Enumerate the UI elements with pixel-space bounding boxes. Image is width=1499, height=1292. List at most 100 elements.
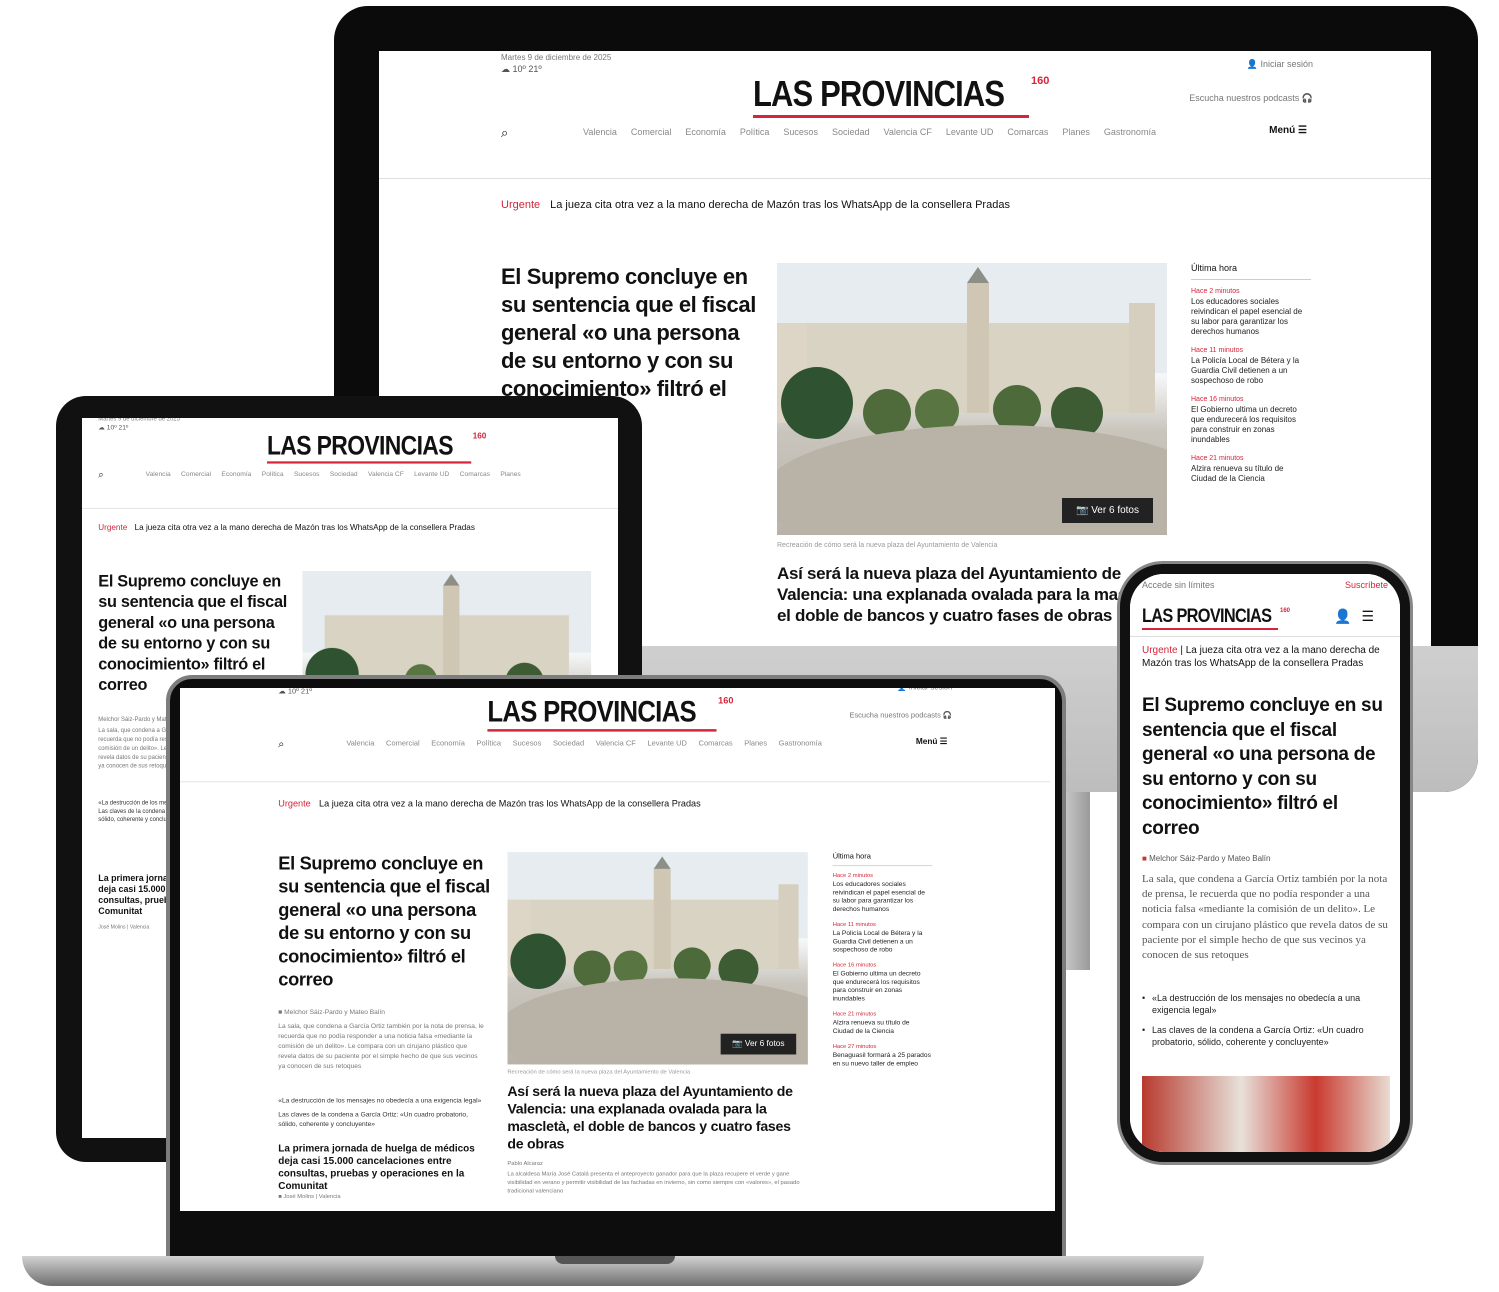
lead-headline[interactable]: El Supremo concluye en su sentencia que … (1142, 694, 1390, 842)
latest-item[interactable]: Hace 21 minutos Alzira renueva su título … (833, 1011, 933, 1035)
latest-item[interactable]: Hace 21 minutos Alzira renueva su título … (1191, 455, 1311, 484)
nav-item[interactable]: Política (477, 739, 501, 747)
gallery-button[interactable]: 📷 Ver 6 fotos (720, 1033, 797, 1055)
lead-headline[interactable]: El Supremo concluye en su sentencia que … (278, 852, 490, 991)
latest-item[interactable]: Hace 16 minutos El Gobierno ultima un dec… (833, 962, 933, 1003)
nav-item[interactable]: Sociedad (553, 739, 584, 747)
podcast-link[interactable]: Escucha nuestros podcasts 🎧 (1189, 93, 1313, 104)
latest-item[interactable]: Hace 16 minutos El Gobierno ultima un dec… (1191, 396, 1311, 445)
second-headline[interactable]: La primera jornada de huelga de médicos … (278, 1142, 485, 1192)
nav-item[interactable]: Valencia CF (596, 739, 636, 747)
podcast-link[interactable]: Escucha nuestros podcasts 🎧 (849, 711, 952, 720)
nav-item[interactable]: Economía (431, 739, 465, 747)
related-link[interactable]: Las claves de la condena a García Ortiz:… (278, 1110, 485, 1128)
newspaper-page: Martes 9 de diciembre de 2025 ☁ 10º 21º … (82, 418, 618, 930)
mobile-page: Accede sin límites Suscríbete LAS PROVIN… (1130, 574, 1400, 1152)
story-headline[interactable]: Así será la nueva plaza del Ayuntamiento… (507, 1083, 807, 1153)
site-logo[interactable]: LAS PROVINCIAS (267, 430, 453, 461)
nav-item[interactable]: Sociedad (330, 470, 358, 477)
nav-item[interactable]: Política (740, 127, 770, 137)
story-headline[interactable]: Así será la nueva plaza del Ayuntamiento… (777, 563, 1169, 626)
menu-button[interactable]: Menú ☰ (916, 737, 947, 746)
latest-item[interactable]: Hace 11 minutos La Policía Local de Béter… (1191, 347, 1311, 386)
access-text: Accede sin límites (1142, 580, 1215, 590)
urgent-bar[interactable]: Urgente | La jueza cita otra vez a la ma… (1142, 644, 1390, 670)
phone-screen: Accede sin límites Suscríbete LAS PROVIN… (1130, 574, 1400, 1152)
nav-item[interactable]: Gastronomía (1104, 127, 1156, 137)
nav-item[interactable]: Sociedad (832, 127, 870, 137)
nav-item[interactable]: Política (262, 470, 284, 477)
search-icon[interactable]: ⌕ (278, 737, 284, 750)
lead-byline: ■ Melchor Sáiz-Pardo y Mateo Balín (1142, 854, 1271, 863)
nav-item[interactable]: Economía (221, 470, 251, 477)
nav-item[interactable]: Levante UD (647, 739, 686, 747)
nav-item[interactable]: Comarcas (460, 470, 490, 477)
nav-item[interactable]: Valencia (346, 739, 374, 747)
site-logo[interactable]: LAS PROVINCIAS (1142, 606, 1272, 628)
laptop-screen: ☁ 10º 21º 👤 Iniciar sesión Escucha nuest… (180, 688, 1055, 1211)
user-icon[interactable]: 👤 (1334, 608, 1361, 624)
weather-widget[interactable]: ☁ 10º 21º (278, 688, 312, 696)
site-header: Martes 9 de diciembre de 2025 ☁ 10º 21º … (82, 418, 618, 509)
urgent-bar[interactable]: Urgente La jueza cita otra vez a la mano … (501, 199, 1010, 211)
nav-item[interactable]: Valencia (146, 470, 171, 477)
menu-button[interactable]: Menú ☰ (1269, 125, 1307, 136)
latest-item[interactable]: Hace 2 minutos Los educadores sociales re… (833, 873, 933, 914)
urgent-tag: Urgente (98, 523, 128, 533)
lead-photo[interactable]: 📷 Ver 6 fotos (777, 263, 1167, 535)
urgent-tag: Urgente (501, 199, 541, 211)
related-link[interactable]: Las claves de la condena a García Ortiz:… (1142, 1024, 1388, 1048)
search-icon[interactable]: ⌕ (98, 469, 103, 481)
article-photo[interactable] (1142, 1076, 1390, 1152)
site-logo[interactable]: LAS PROVINCIAS (487, 694, 696, 729)
camera-icon: 📷 (1075, 505, 1089, 516)
nav-item[interactable]: Levante UD (946, 127, 994, 137)
main-nav: Valencia Comercial Economía Política Suc… (146, 470, 521, 477)
nav-item[interactable]: Planes (500, 470, 520, 477)
latest-item[interactable]: Hace 11 minutos La Policía Local de Béter… (833, 922, 933, 954)
subscribe-link[interactable]: Suscríbete (1345, 580, 1388, 590)
nav-item[interactable]: Levante UD (414, 470, 449, 477)
lead-bullets: «La destrucción de los mensajes no obede… (278, 1096, 485, 1128)
cloud-icon: ☁ (278, 688, 286, 696)
related-link[interactable]: «La destrucción de los mensajes no obede… (278, 1096, 485, 1105)
city-hall-illustration (507, 853, 808, 1065)
nav-item[interactable]: Planes (744, 739, 767, 747)
nav-item[interactable]: Planes (1062, 127, 1090, 137)
urgent-bar[interactable]: Urgente La jueza cita otra vez a la mano … (278, 799, 700, 809)
cloud-icon: ☁ (98, 423, 105, 432)
weather-widget[interactable]: ☁ 10º 21º (501, 64, 542, 75)
latest-item[interactable]: Hace 2 minutos Los educadores sociales re… (1191, 288, 1311, 337)
nav-item[interactable]: Valencia (583, 127, 617, 137)
urgent-tag: Urgente (1142, 645, 1178, 656)
site-logo[interactable]: LAS PROVINCIAS (753, 73, 1005, 115)
nav-item[interactable]: Gastronomía (779, 739, 822, 747)
nav-item[interactable]: Sucesos (513, 739, 542, 747)
hamburger-menu-icon[interactable]: ☰ (1361, 608, 1384, 624)
gallery-button[interactable]: 📷 Ver 6 fotos (1061, 498, 1153, 523)
nav-item[interactable]: Sucesos (783, 127, 818, 137)
nav-item[interactable]: Comercial (631, 127, 672, 137)
latest-item[interactable]: Hace 27 minutos Benaguasil formará a 25 p… (833, 1044, 933, 1068)
newspaper-page: ☁ 10º 21º 👤 Iniciar sesión Escucha nuest… (180, 688, 1051, 1200)
nav-item[interactable]: Valencia CF (368, 470, 404, 477)
camera-icon: 📷 (732, 1039, 743, 1049)
nav-item[interactable]: Comarcas (699, 739, 733, 747)
nav-item[interactable]: Economía (685, 127, 726, 137)
related-link[interactable]: «La destrucción de los mensajes no obede… (1142, 992, 1388, 1016)
author-icon: ■ (1142, 854, 1147, 863)
search-icon[interactable]: ⌕ (501, 125, 508, 141)
nav-item[interactable]: Comercial (386, 739, 420, 747)
nav-item[interactable]: Comercial (181, 470, 211, 477)
lead-photo[interactable]: 📷 Ver 6 fotos (507, 851, 808, 1065)
main-nav: Valencia Comercial Economía Política Suc… (346, 739, 822, 747)
login-link[interactable]: 👤 Iniciar sesión (1247, 59, 1313, 70)
weather-widget[interactable]: ☁ 10º 21º (98, 424, 128, 432)
photo-caption: Recreación de cómo será la nueva plaza d… (507, 1069, 691, 1076)
nav-item[interactable]: Valencia CF (883, 127, 931, 137)
headphones-icon: 🎧 (942, 710, 953, 720)
nav-item[interactable]: Comarcas (1007, 127, 1048, 137)
nav-item[interactable]: Sucesos (294, 470, 320, 477)
urgent-bar[interactable]: Urgente La jueza cita otra vez a la mano … (98, 524, 475, 533)
login-link[interactable]: 👤 Iniciar sesión (897, 688, 952, 692)
